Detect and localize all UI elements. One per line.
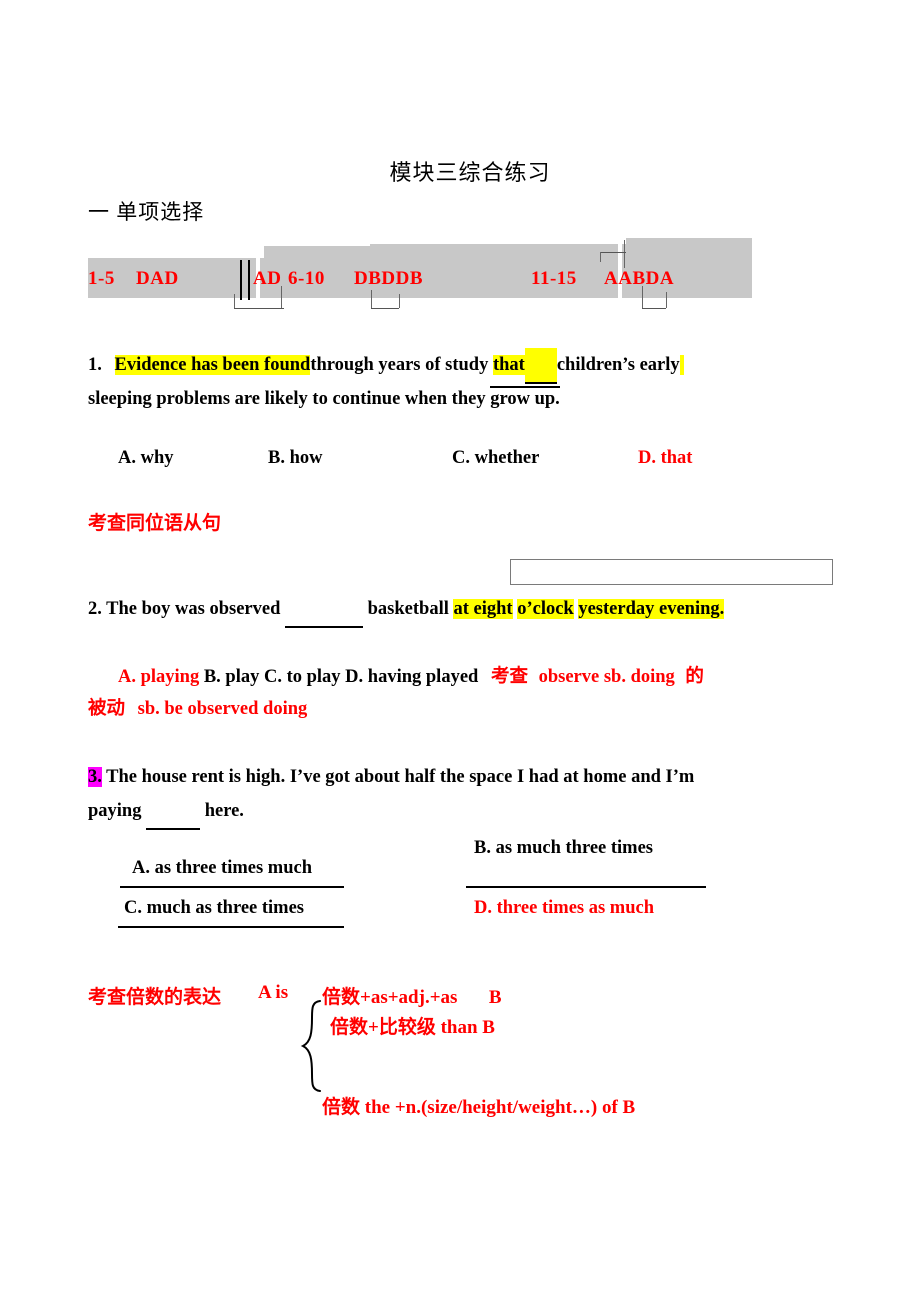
question-1-stem-part3: children’s early	[556, 355, 680, 375]
question-1-option-d[interactable]: D. that	[638, 448, 692, 469]
question-3-stem-line1: 3. The house rent is high. I’ve got abou…	[88, 760, 694, 794]
question-2-stem-mid: basketball	[363, 599, 454, 619]
question-2-stem-pre: 2. The boy was observed	[88, 599, 286, 619]
question-3-blank	[146, 794, 201, 830]
question-1-stem-highlight-tail	[679, 355, 685, 375]
question-3-option-d[interactable]: D. three times as much	[474, 898, 654, 919]
answer-key-answers-3: AABDA	[604, 268, 675, 289]
question-3-number: 3.	[88, 767, 102, 787]
question-3-option-c[interactable]: C. much as three times	[124, 898, 304, 919]
answer-key-rule-1	[234, 308, 284, 309]
question-3-stem-line2-pre: paying	[88, 801, 147, 821]
question-3-stem-line2: paying here.	[88, 794, 244, 830]
answer-key-answers-1b: AD	[253, 268, 282, 289]
answer-key-divider-1	[240, 260, 242, 300]
question-2-note-en-1: observe sb. doing	[538, 667, 675, 687]
formula-note-lead: 考查倍数的表达	[88, 987, 222, 1008]
question-1-stem-line1: 1. Evidence has been foundthrough years …	[88, 348, 685, 384]
question-2-option-a[interactable]: A. playing	[118, 667, 199, 687]
question-2-options-row[interactable]: A. playing B. play C. to play D. having …	[118, 662, 704, 688]
question-3-option-a[interactable]: A. as three times much	[132, 858, 312, 879]
answer-key-rule-2	[371, 308, 399, 309]
question-3-option-b[interactable]: B. as much three times	[474, 838, 653, 859]
question-2-note-cn-3: 被动	[88, 699, 126, 719]
question-1-stem-line2-overlined: grow up.	[490, 386, 560, 409]
document-page: 模块三综合练习 一 单项选择 1-5 DAD AD 6-10 DBDDB 11-…	[0, 0, 920, 1302]
question-1-stem-line2-pre: sleeping problems are likely to continue…	[88, 389, 491, 409]
empty-answer-box[interactable]	[510, 559, 833, 585]
question-2-note-cn-1: 考查	[490, 667, 528, 687]
formula-note-line-1-text: 倍数+as+adj.+as	[322, 987, 458, 1008]
answer-key-rule-4	[642, 308, 666, 309]
question-3-stem-text: The house rent is high. I’ve got about h…	[106, 767, 695, 787]
formula-note-a-is: A is	[258, 982, 289, 1003]
question-1-option-b[interactable]: B. how	[268, 448, 323, 469]
question-1-blank	[524, 348, 557, 384]
answer-key-range-3: 11-15	[531, 268, 577, 289]
question-3-rule-c	[118, 926, 344, 928]
question-2-note-en-2: sb. be observed doing	[137, 699, 308, 719]
question-2-note-line2: 被动 sb. be observed doing	[88, 694, 307, 720]
question-1-stem-line2: sleeping problems are likely to continue…	[88, 382, 560, 416]
formula-note-line-1: 倍数+as+adj.+as B	[322, 982, 502, 1009]
answer-key-divider-10	[666, 292, 667, 308]
formula-note-line-1-b: B	[488, 987, 502, 1008]
answer-key-answers-1: DAD	[136, 268, 179, 289]
question-2-highlight-3: yesterday evening.	[578, 599, 725, 619]
question-1-stem-that: that	[492, 355, 525, 375]
section-heading: 一 单项选择	[88, 200, 205, 224]
answer-key-divider-4	[234, 294, 235, 308]
answer-key-answers-2: DBDDB	[354, 268, 424, 289]
question-2-options-bcd[interactable]: B. play C. to play D. having played	[204, 667, 478, 687]
question-2-highlight-1: at eight	[453, 599, 513, 619]
formula-note-line-2: 倍数+比较级 than B	[330, 1017, 495, 1038]
page-title: 模块三综合练习	[389, 160, 551, 185]
question-1-option-a[interactable]: A. why	[118, 448, 174, 469]
answer-key-strip: 1-5 DAD AD 6-10 DBDDB 11-15 AABDA	[88, 236, 788, 309]
question-2-highlight-2: o’clock	[517, 599, 574, 619]
question-1-note: 考查同位语从句	[88, 513, 222, 534]
answer-key-range-1: 1-5	[88, 268, 115, 289]
question-1-number: 1.	[88, 355, 102, 375]
question-1-option-c[interactable]: C. whether	[452, 448, 539, 469]
answer-key-divider-6	[399, 294, 400, 308]
answer-key-divider-7	[624, 240, 625, 268]
question-1-stem-highlight-1: Evidence has been found	[114, 355, 311, 375]
question-2-stem: 2. The boy was observed basketball at ei…	[88, 592, 725, 628]
question-1-stem-part2: through years of study	[310, 355, 493, 375]
question-3-stem-line2-post: here.	[200, 801, 244, 821]
answer-key-divider-2	[248, 260, 250, 300]
answer-key-divider-8	[600, 252, 601, 262]
question-2-blank	[285, 592, 364, 628]
question-3-rule-a	[120, 886, 344, 888]
answer-key-rule-3	[600, 252, 626, 253]
question-3-rule-b	[466, 886, 706, 888]
answer-key-range-2: 6-10	[288, 268, 325, 289]
question-2-note-cn-2: 的	[685, 667, 704, 687]
answer-key-divider-5	[371, 290, 372, 308]
formula-note-line-3: 倍数 the +n.(size/height/weight…) of B	[322, 1097, 636, 1118]
curly-brace-icon	[300, 1000, 326, 1092]
